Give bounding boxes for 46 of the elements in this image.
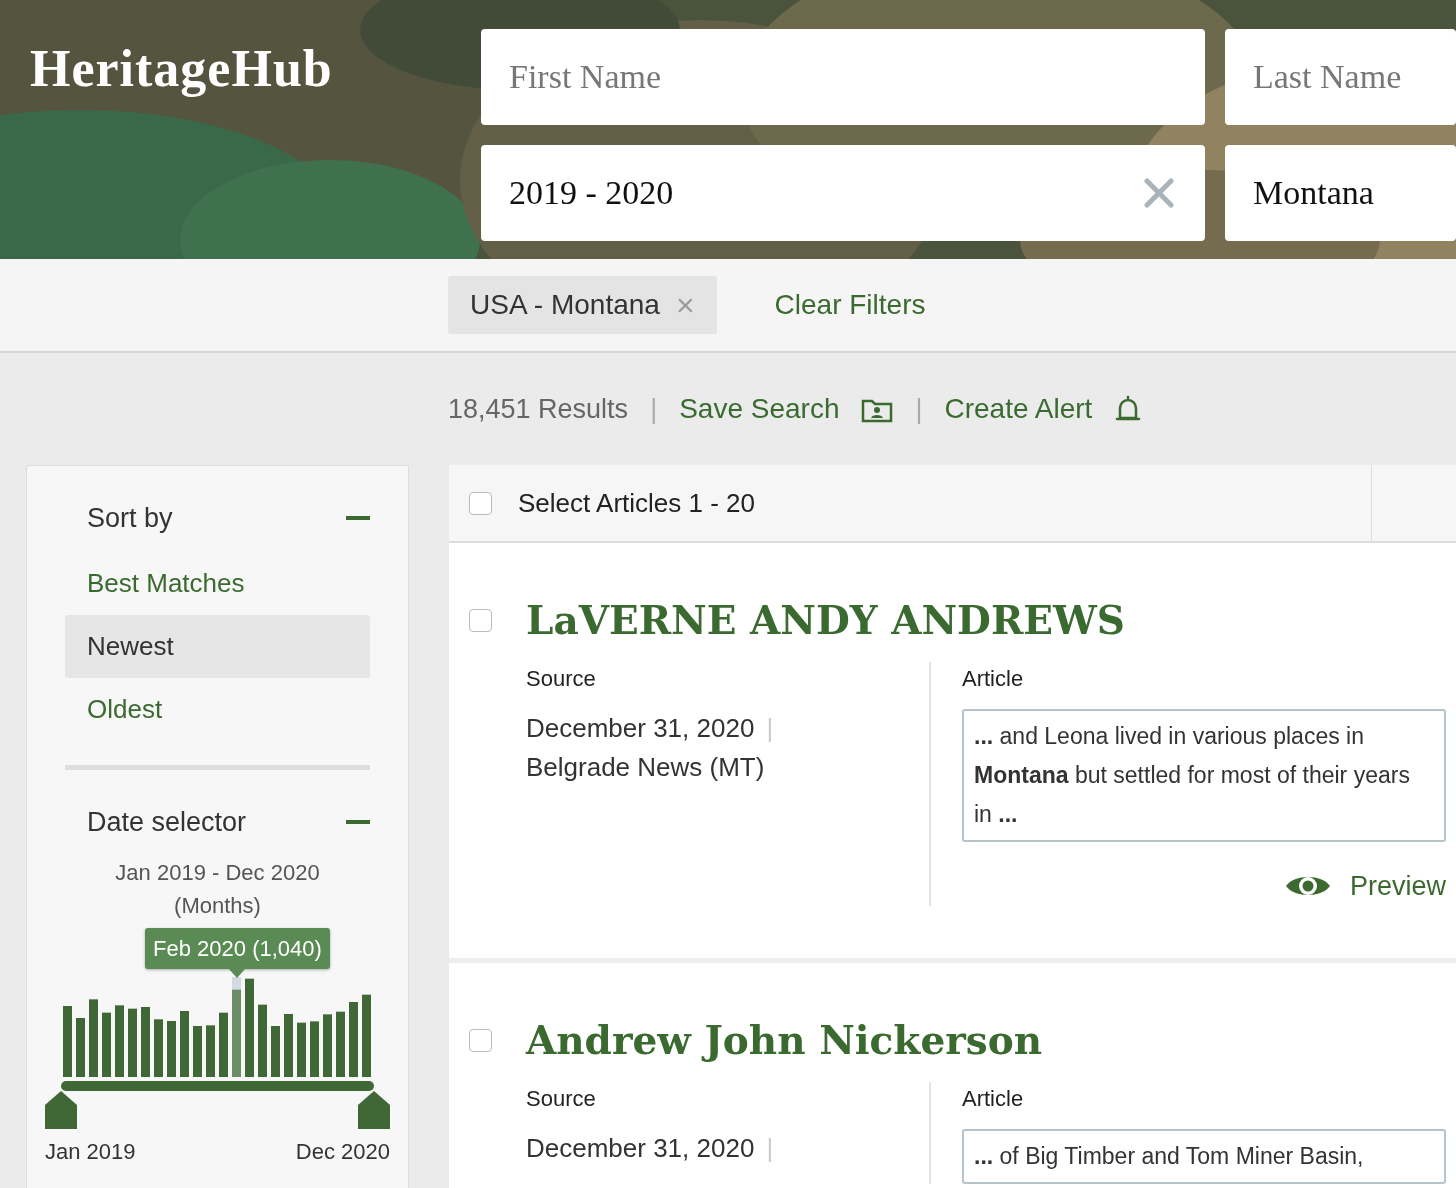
section-title: Sort by (87, 501, 173, 535)
article-label: Article (962, 664, 1025, 693)
sort-option[interactable]: Newest (65, 615, 370, 678)
article-date: December 31, 2020 (526, 1132, 755, 1166)
source-name: Belgrade News (MT) (526, 750, 766, 784)
section-title: Date selector (87, 805, 247, 839)
tooltip-text: Feb 2020 (1,040) (153, 936, 322, 961)
separator: | (766, 711, 774, 745)
slider-handle[interactable] (358, 1091, 390, 1129)
separator: | (650, 392, 658, 426)
separator: | (766, 1132, 774, 1166)
source-label: Source (526, 1085, 597, 1114)
create-alert-link[interactable]: Create Alert (944, 388, 1093, 430)
sort-option[interactable]: Oldest (65, 678, 370, 741)
results-count: 18,451 Results (448, 392, 629, 426)
search-field[interactable]: First Name (481, 29, 1205, 125)
article-snippet: ... of Big Timber and Tom Miner Basin, (962, 1129, 1446, 1185)
checkbox[interactable] (469, 608, 492, 632)
clear-filters-link[interactable]: Clear Filters (774, 284, 926, 326)
article-title[interactable]: Andrew John Nickerson (526, 1019, 1043, 1063)
select-all-label: Select Articles 1 - 20 (518, 486, 755, 520)
date-range-text: Jan 2019 - Dec 2020 (114, 859, 321, 887)
article-label: Article (962, 1085, 1025, 1114)
checkbox[interactable] (469, 491, 492, 515)
sort-option[interactable]: Best Matches (65, 552, 370, 615)
article-date: December 31, 2020 (526, 711, 755, 745)
filter-label: USA - Montana (470, 288, 660, 322)
start-date-label: Jan 2019 (45, 1138, 136, 1166)
checkbox[interactable] (469, 1029, 492, 1053)
collapse-icon[interactable] (346, 820, 370, 824)
slider-handle[interactable] (45, 1091, 77, 1129)
search-field[interactable]: Last Name (1225, 29, 1456, 125)
collapse-icon[interactable] (346, 516, 370, 520)
histogram-bar[interactable] (232, 977, 241, 1077)
end-date-label: Dec 2020 (295, 1138, 390, 1166)
save-search-link[interactable]: Save Search (679, 388, 840, 430)
unit-text: (Months) (173, 892, 262, 920)
search-field[interactable]: 2019 - 2020 (481, 145, 1205, 241)
search-field[interactable]: Montana (1225, 145, 1456, 241)
filter-chip[interactable]: USA - Montana × (448, 276, 717, 334)
article-title[interactable]: LaVERNE ANDY ANDREWS (526, 599, 1125, 642)
article-snippet: ... and Leona lived in various places in Montana but settled for most of their years in ... (962, 708, 1446, 842)
source-label: Source (526, 664, 597, 693)
separator: | (915, 392, 923, 426)
clear-icon[interactable] (1144, 178, 1174, 208)
preview-link[interactable]: Preview (1283, 865, 1446, 907)
